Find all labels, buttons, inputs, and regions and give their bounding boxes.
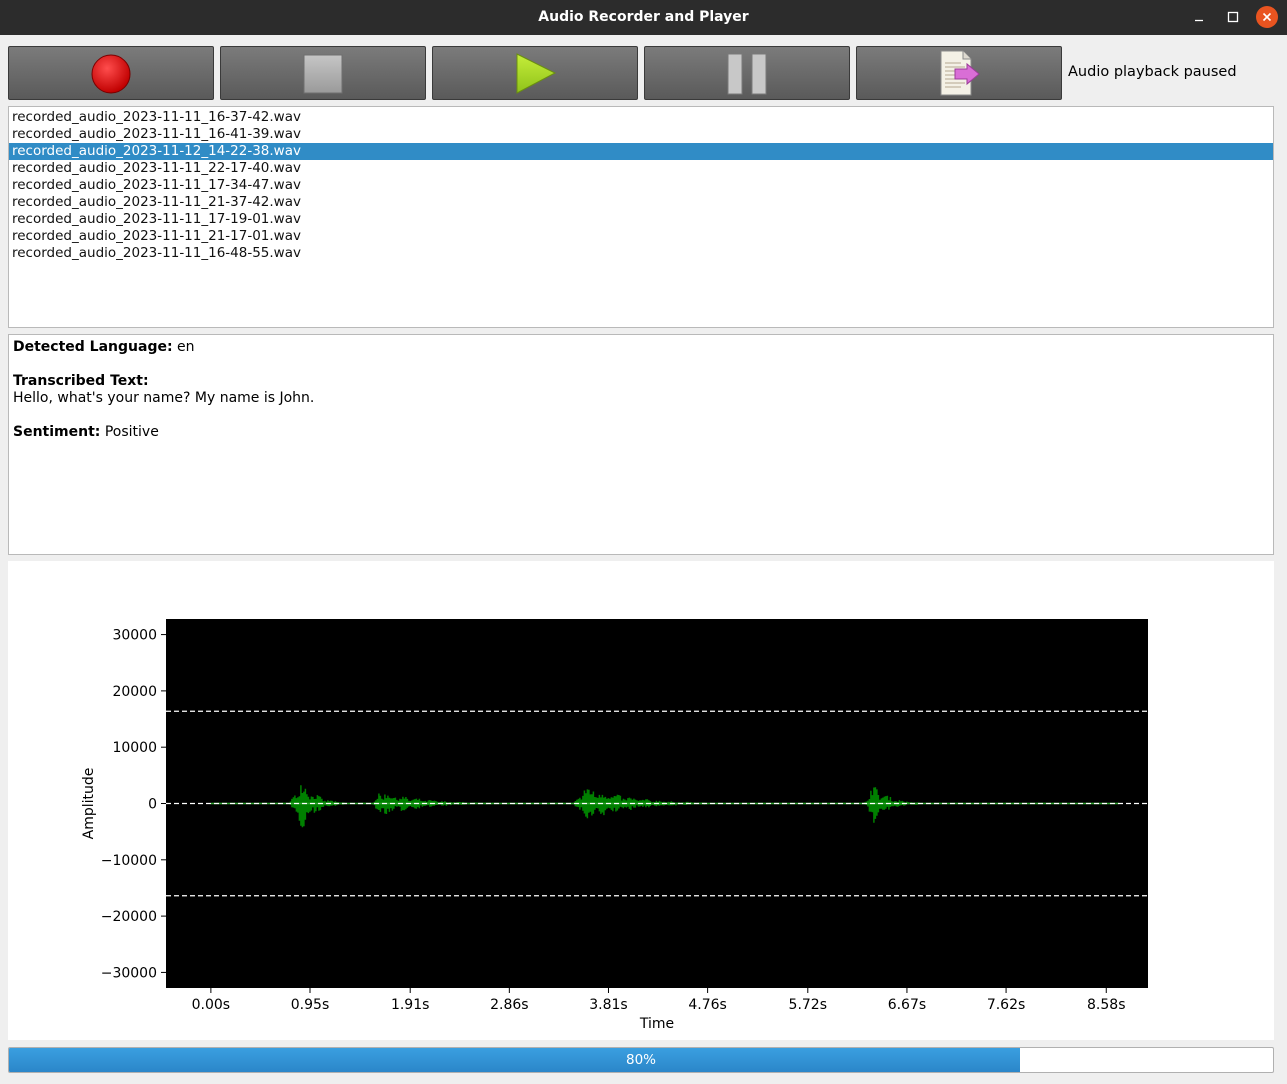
- y-tick-label: 0: [148, 796, 157, 812]
- status-label: Audio playback paused: [1068, 64, 1237, 80]
- sentiment-line: Sentiment: Positive: [13, 424, 1269, 441]
- maximize-icon: [1227, 11, 1239, 23]
- transcript-value: Hello, what's your name? My name is John…: [13, 390, 315, 406]
- stop-button[interactable]: [220, 46, 426, 100]
- recording-list-item[interactable]: recorded_audio_2023-11-11_16-48-55.wav: [9, 245, 1273, 262]
- window-title: Audio Recorder and Player: [538, 9, 749, 25]
- x-tick-label: 2.86s: [490, 997, 528, 1013]
- transcript-label: Transcribed Text:: [13, 373, 149, 389]
- recording-list-item[interactable]: recorded_audio_2023-11-11_17-34-47.wav: [9, 177, 1273, 194]
- language-line: Detected Language: en: [13, 339, 1269, 356]
- play-button[interactable]: [432, 46, 638, 100]
- record-icon: [91, 54, 131, 94]
- waveform-chart: 30000 20000 10000 0 −10000 −20000 −30000 0.00s 0…: [8, 561, 1274, 1040]
- language-label: Detected Language:: [13, 339, 173, 355]
- x-tick-label: 1.91s: [391, 997, 429, 1013]
- x-tick-label: 0.95s: [291, 997, 329, 1013]
- recording-list-item[interactable]: recorded_audio_2023-11-11_21-37-42.wav: [9, 194, 1273, 211]
- play-icon: [516, 53, 557, 94]
- sentiment-value: Positive: [104, 424, 159, 440]
- y-tick-label: −10000: [101, 853, 157, 869]
- y-tick-label: −30000: [101, 965, 157, 981]
- y-tick-label: −20000: [101, 909, 157, 925]
- y-tick-label: 30000: [112, 628, 157, 644]
- language-value: en: [177, 339, 195, 355]
- record-button[interactable]: [8, 46, 214, 100]
- progress-label: 80%: [625, 1052, 656, 1068]
- x-tick-label: 8.58s: [1087, 997, 1125, 1013]
- analysis-panel[interactable]: Detected Language: en Transcribed Text: …: [8, 334, 1274, 555]
- x-tick-label: 6.67s: [888, 997, 926, 1013]
- recordings-list[interactable]: recorded_audio_2023-11-11_16-37-42.wav re…: [8, 106, 1274, 328]
- recording-list-item[interactable]: recorded_audio_2023-11-11_16-41-39.wav: [9, 126, 1273, 143]
- y-tick-label: 10000: [112, 740, 157, 756]
- title-bar: Audio Recorder and Player: [0, 0, 1287, 35]
- y-axis-label: Amplitude: [81, 768, 97, 840]
- recording-list-item[interactable]: recorded_audio_2023-11-12_14-22-38.wav: [9, 143, 1273, 160]
- recording-list-item[interactable]: recorded_audio_2023-11-11_17-19-01.wav: [9, 211, 1273, 228]
- close-icon: [1262, 12, 1272, 22]
- pause-icon: [727, 53, 767, 95]
- x-tick-label: 0.00s: [192, 997, 230, 1013]
- x-tick-label: 4.76s: [688, 997, 726, 1013]
- document-arrow-icon: [940, 50, 980, 96]
- sentiment-label: Sentiment:: [13, 424, 101, 440]
- transcribe-button[interactable]: [856, 46, 1062, 100]
- stop-icon: [303, 54, 343, 94]
- x-tick-label: 3.81s: [589, 997, 627, 1013]
- x-tick-label: 7.62s: [987, 997, 1025, 1013]
- close-button[interactable]: [1256, 6, 1278, 28]
- x-axis-label: Time: [639, 1016, 674, 1032]
- maximize-button[interactable]: [1222, 6, 1244, 28]
- playback-progress-bar: 80%: [8, 1047, 1274, 1073]
- x-tick-label: 5.72s: [789, 997, 827, 1013]
- recording-list-item[interactable]: recorded_audio_2023-11-11_16-37-42.wav: [9, 109, 1273, 126]
- waveform-svg: 30000 20000 10000 0 −10000 −20000 −30000 0.00s 0…: [81, 619, 1148, 1032]
- y-tick-label: 20000: [112, 684, 157, 700]
- minimize-icon: [1195, 19, 1203, 22]
- recording-list-item[interactable]: recorded_audio_2023-11-11_21-17-01.wav: [9, 228, 1273, 245]
- recording-list-item[interactable]: recorded_audio_2023-11-11_22-17-40.wav: [9, 160, 1273, 177]
- pause-button[interactable]: [644, 46, 850, 100]
- minimize-button[interactable]: [1188, 6, 1210, 28]
